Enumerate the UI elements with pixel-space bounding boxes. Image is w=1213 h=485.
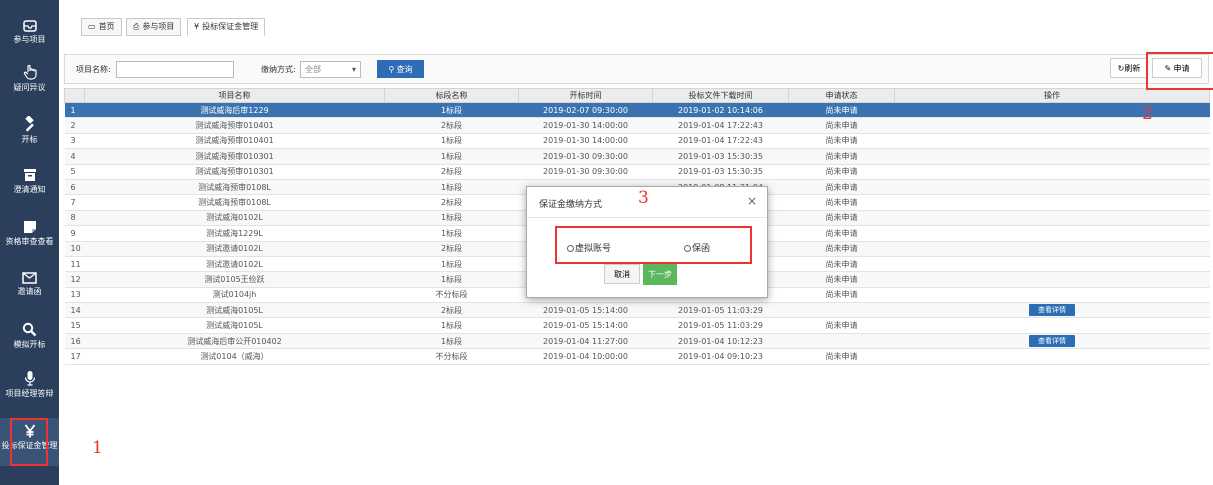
cancel-button[interactable]: 取消 bbox=[604, 264, 640, 284]
annotation-box-apply bbox=[1146, 52, 1213, 90]
dialog-divider bbox=[527, 217, 767, 218]
annotation-number-2: 2 bbox=[1142, 104, 1153, 124]
annotation-box-sidebar bbox=[10, 418, 48, 466]
annotation-box-options bbox=[555, 226, 752, 264]
dialog-title: 保证金缴纳方式 bbox=[539, 200, 603, 210]
annotation-number-3: 3 bbox=[638, 188, 649, 208]
annotation-number-1: 1 bbox=[92, 438, 103, 458]
close-icon[interactable]: × bbox=[747, 194, 757, 208]
next-step-button[interactable]: 下一步 bbox=[643, 263, 677, 285]
